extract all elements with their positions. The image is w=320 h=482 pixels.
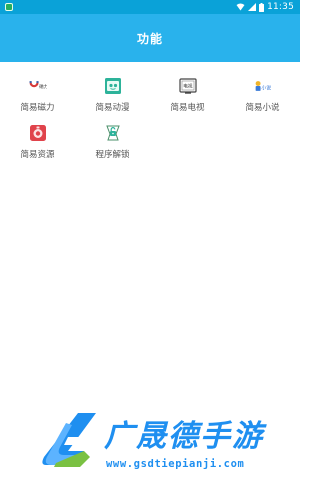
signal-icon	[248, 3, 257, 11]
tile-unlock[interactable]: 程序解锁	[75, 121, 150, 168]
clock: 11:35	[267, 2, 294, 12]
tile-magnet[interactable]: 磁力 简易磁力	[0, 74, 75, 121]
feature-grid: 磁力 简易磁力 简易动漫 电视 简易电视	[0, 74, 300, 168]
watermark: 广晟德手游 www.gsdtiepianji.com	[38, 405, 300, 475]
tile-label: 简易小说	[245, 103, 280, 113]
wifi-icon	[236, 3, 245, 11]
novel-icon: 小说	[254, 77, 272, 95]
tile-anime[interactable]: 简易动漫	[75, 74, 150, 121]
tv-icon: 电视	[178, 77, 197, 95]
battery-icon	[259, 2, 265, 12]
tile-label: 简易资源	[20, 150, 55, 160]
tile-label: 程序解锁	[95, 150, 130, 160]
resource-icon	[29, 124, 47, 142]
status-bar: 11:35	[0, 0, 300, 14]
tile-tv[interactable]: 电视 简易电视	[150, 74, 225, 121]
svg-text:电视: 电视	[183, 83, 193, 90]
status-left	[5, 3, 13, 11]
tile-label: 简易磁力	[20, 103, 55, 113]
svg-text:磁力: 磁力	[39, 83, 47, 90]
magnet-icon: 磁力	[29, 77, 47, 95]
watermark-title: 广晟德手游	[104, 419, 264, 454]
tile-novel[interactable]: 小说 简易小说	[225, 74, 300, 121]
tile-resource[interactable]: 简易资源	[0, 121, 75, 168]
page-title: 功能	[136, 31, 163, 46]
anime-icon	[104, 77, 122, 95]
tile-label: 简易动漫	[95, 103, 130, 113]
notification-icon	[5, 3, 13, 11]
tile-label: 简易电视	[170, 103, 205, 113]
unlock-icon	[104, 124, 122, 142]
svg-text:小说: 小说	[261, 84, 271, 91]
watermark-url: www.gsdtiepianji.com	[106, 458, 245, 470]
status-right: 11:35	[236, 2, 294, 12]
watermark-logo-icon	[38, 407, 102, 471]
app-bar: 功能	[0, 14, 300, 62]
